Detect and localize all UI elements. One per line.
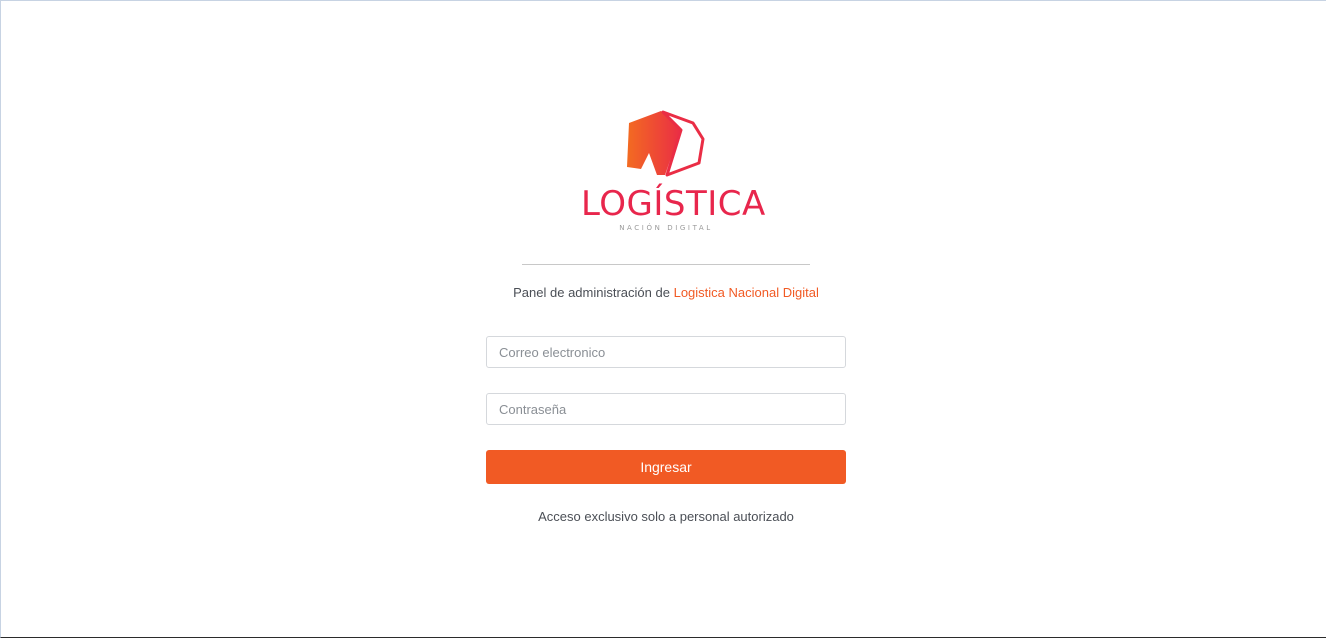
email-field-wrapper	[486, 336, 846, 368]
panel-subtitle: Panel de administración de Logistica Nac…	[466, 285, 866, 300]
login-button[interactable]: Ingresar	[486, 450, 846, 484]
password-field-wrapper	[486, 393, 846, 425]
brand-name: LOGÍSTICA	[581, 184, 766, 224]
divider	[522, 264, 810, 265]
login-page: LOGÍSTICA NACIÓN DIGITAL Panel de admini…	[0, 0, 1326, 638]
subtitle-brand: Logistica Nacional Digital	[673, 285, 819, 300]
subtitle-prefix: Panel de administración de	[513, 285, 670, 300]
brand-logo: LOGÍSTICA NACIÓN DIGITAL	[581, 109, 766, 235]
brand-mark-icon	[627, 110, 705, 177]
brand-tagline: NACIÓN DIGITAL	[619, 224, 713, 232]
access-note: Acceso exclusivo solo a personal autoriz…	[538, 509, 794, 524]
email-field[interactable]	[487, 337, 845, 367]
password-field[interactable]	[487, 394, 845, 424]
